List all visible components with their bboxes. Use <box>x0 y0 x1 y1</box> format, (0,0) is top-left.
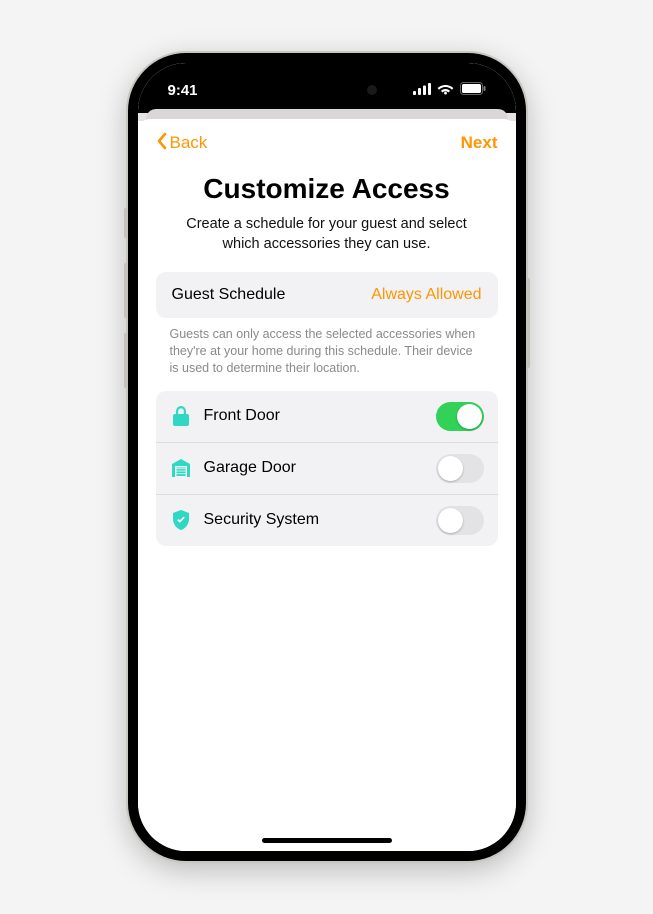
schedule-help-text: Guests can only access the selected acce… <box>170 326 484 377</box>
mute-switch <box>124 208 128 238</box>
guest-schedule-value: Always Allowed <box>371 286 481 304</box>
lock-icon <box>170 405 192 427</box>
accessory-row-front-door: Front Door <box>156 391 498 442</box>
toggle-security-system[interactable] <box>436 506 484 535</box>
page-subtitle: Create a schedule for your guest and sel… <box>172 215 482 254</box>
nav-bar: Back Next <box>156 119 498 167</box>
chevron-left-icon <box>156 132 168 155</box>
wifi-icon <box>437 82 454 99</box>
guest-schedule-label: Guest Schedule <box>172 286 286 304</box>
phone-frame: 9:41 <box>128 53 526 861</box>
back-label: Back <box>170 133 208 153</box>
volume-up-button <box>124 263 128 318</box>
toggle-front-door[interactable] <box>436 402 484 431</box>
status-bar: 9:41 <box>138 75 516 105</box>
volume-down-button <box>124 333 128 388</box>
battery-icon <box>460 82 486 99</box>
next-button[interactable]: Next <box>461 133 498 153</box>
power-button <box>526 278 530 368</box>
accessory-label: Security System <box>204 511 424 529</box>
guest-schedule-row[interactable]: Guest Schedule Always Allowed <box>156 272 498 318</box>
accessory-row-garage-door: Garage Door <box>156 442 498 494</box>
accessory-list: Front Door Garage Door Security System <box>156 391 498 546</box>
status-icons <box>413 82 486 99</box>
status-area: 9:41 <box>138 63 516 113</box>
accessory-label: Garage Door <box>204 459 424 477</box>
toggle-garage-door[interactable] <box>436 454 484 483</box>
status-time: 9:41 <box>168 82 198 99</box>
cellular-icon <box>413 82 431 99</box>
garage-icon <box>170 457 192 479</box>
accessory-label: Front Door <box>204 407 424 425</box>
accessory-row-security-system: Security System <box>156 494 498 546</box>
home-indicator[interactable] <box>262 838 392 843</box>
screen: 9:41 <box>138 63 516 851</box>
shield-check-icon <box>170 509 192 531</box>
sheet: Back Next Customize Access Create a sche… <box>138 119 516 851</box>
back-button[interactable]: Back <box>156 132 208 155</box>
page-title: Customize Access <box>156 173 498 205</box>
